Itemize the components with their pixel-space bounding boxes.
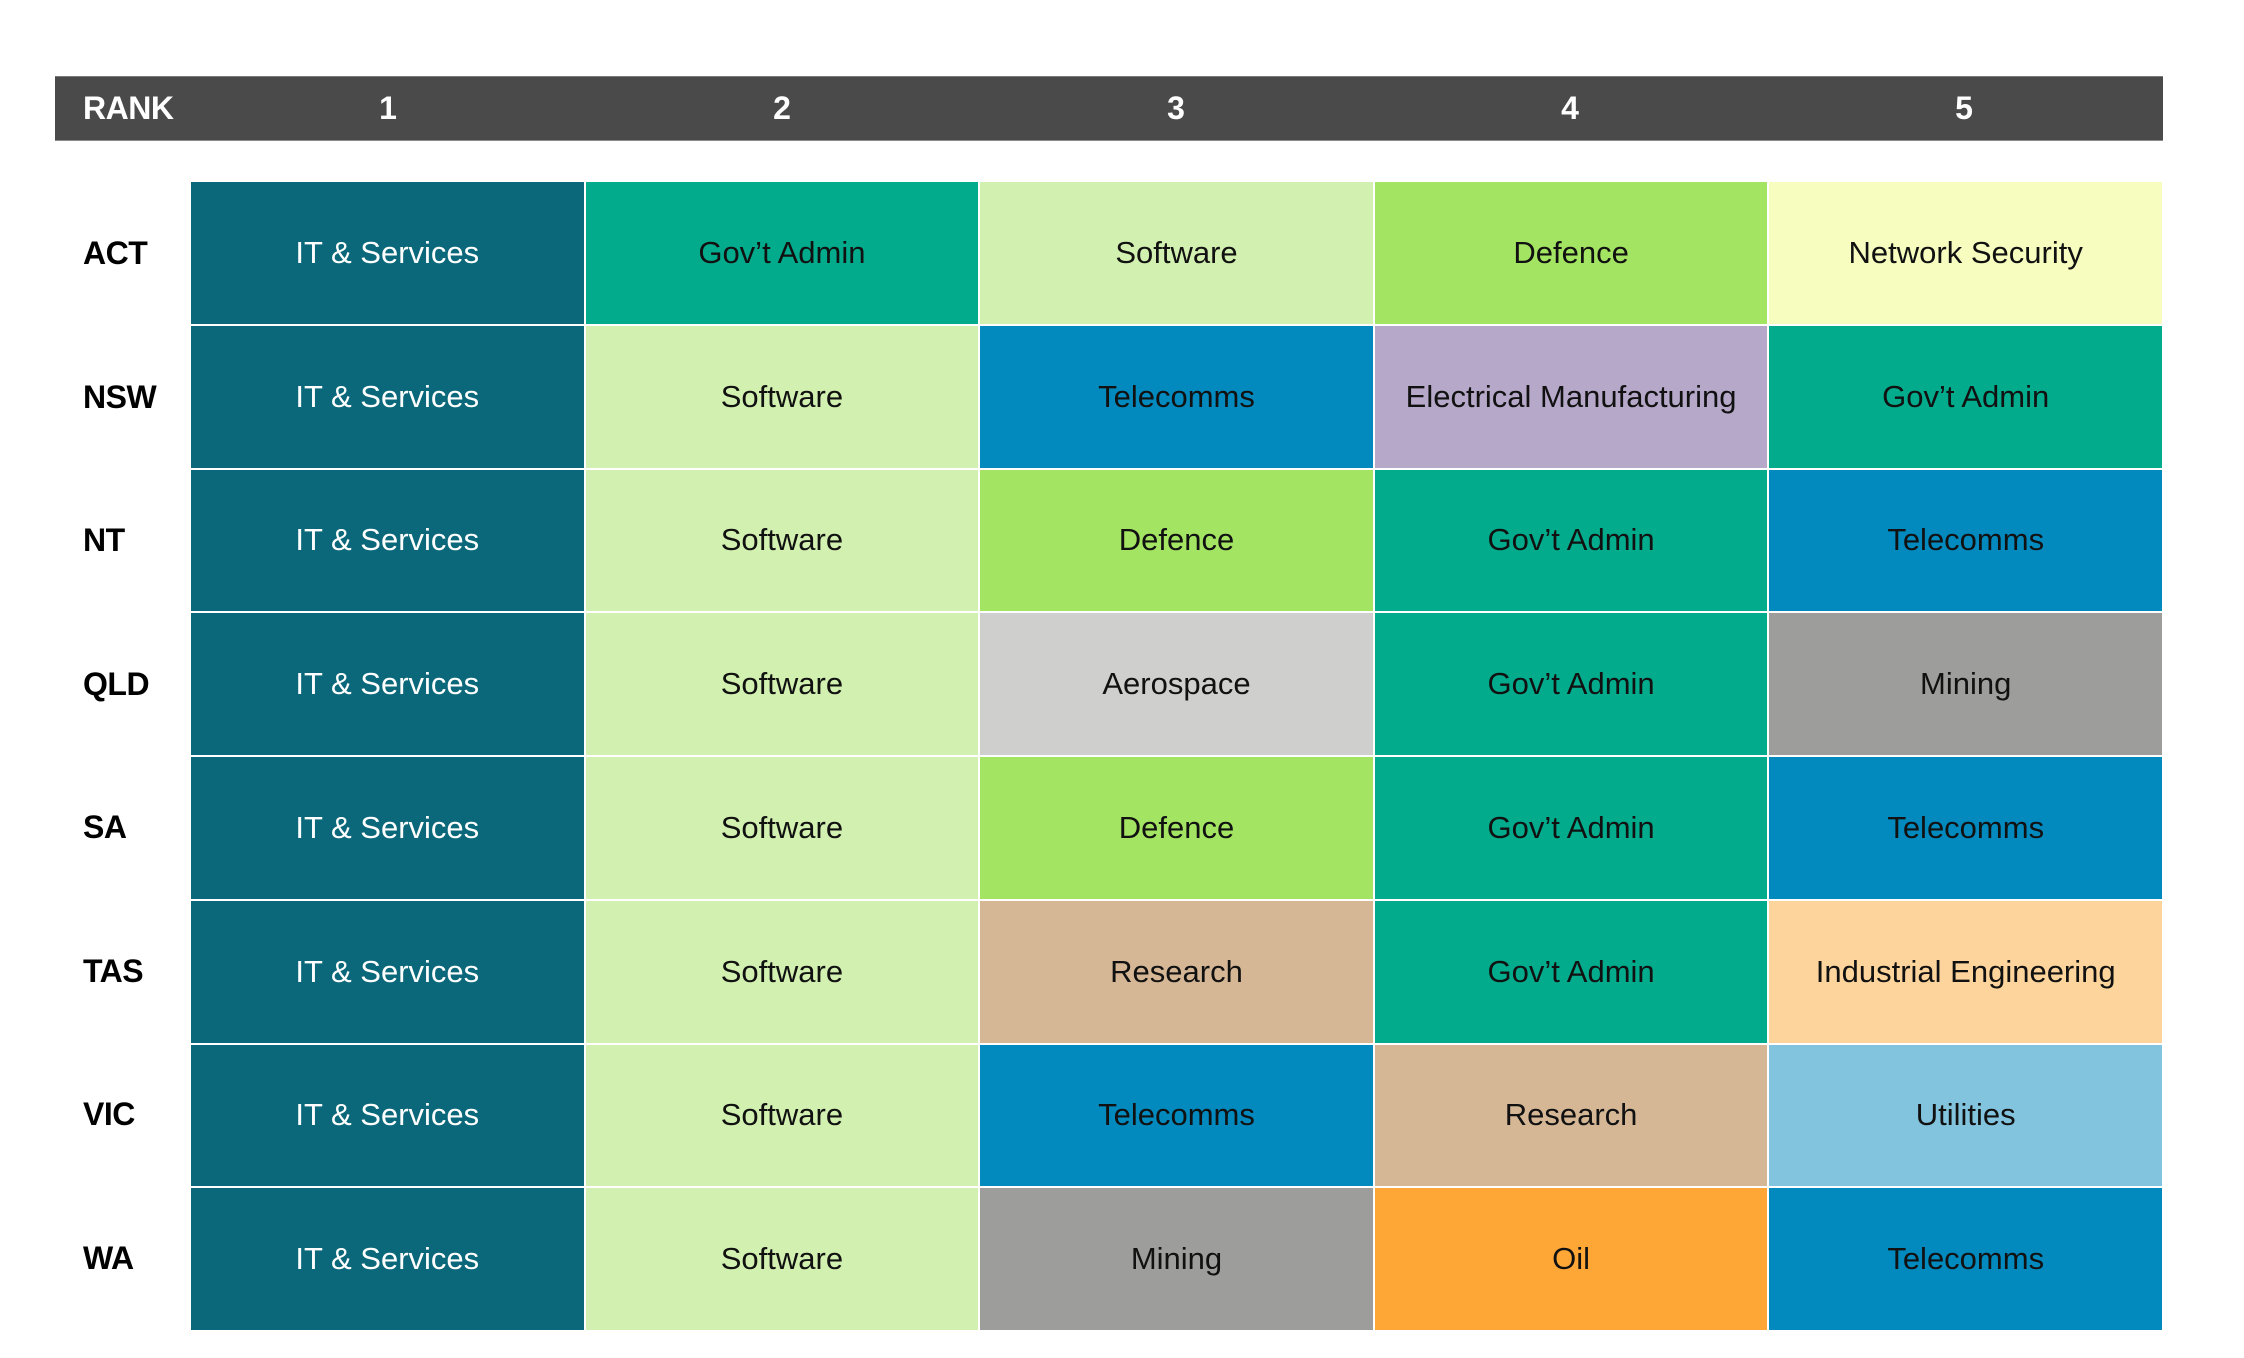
cell-sa-rank-5: Telecomms xyxy=(1769,757,2162,899)
cell-sa-rank-1: IT & Services xyxy=(191,757,584,899)
cell-nt-rank-3: Defence xyxy=(980,469,1373,612)
cell-qld-rank-5: Mining xyxy=(1769,613,2162,755)
cell-nt-rank-2: Software xyxy=(585,469,979,612)
cell-tas-rank-2: Software xyxy=(585,900,979,1043)
cell-tas-rank-3: Research xyxy=(980,900,1373,1043)
rank-header-label: RANK xyxy=(83,90,174,126)
cell-vic-rank-4: Research xyxy=(1374,1044,1768,1187)
rank-header-2: 2 xyxy=(773,90,791,126)
state-label-wa: WA xyxy=(83,1239,134,1276)
cell-sa-rank-4: Gov’t Admin xyxy=(1374,757,1768,899)
cell-qld-rank-3: Aerospace xyxy=(980,613,1373,755)
cell-sa-rank-2: Software xyxy=(585,757,979,899)
state-label-nt: NT xyxy=(83,522,125,558)
cell-wa-rank-5: Telecomms xyxy=(1769,1188,2162,1330)
cell-vic-rank-2: Software xyxy=(585,1044,979,1187)
cell-nsw-rank-3: Telecomms xyxy=(980,325,1373,468)
state-label-nsw: NSW xyxy=(83,378,157,415)
cell-tas-rank-4: Gov’t Admin xyxy=(1374,900,1768,1043)
cell-act-rank-3: Software xyxy=(980,182,1373,324)
industry-rank-grid: IT & Services Gov’t Admin Software Defence N… xyxy=(191,182,2162,1330)
cell-act-rank-2: Gov’t Admin xyxy=(585,182,979,324)
cell-act-rank-5: Network Security xyxy=(1769,182,2162,324)
cell-vic-rank-1: IT & Services xyxy=(191,1044,584,1187)
cell-wa-rank-1: IT & Services xyxy=(191,1188,584,1330)
cell-vic-rank-5: Utilities xyxy=(1769,1044,2162,1187)
cell-qld-rank-4: Gov’t Admin xyxy=(1374,613,1768,755)
state-label-sa: SA xyxy=(83,809,127,845)
state-label-tas: TAS xyxy=(83,952,144,989)
state-label-qld: QLD xyxy=(83,665,150,702)
cell-act-rank-1: IT & Services xyxy=(191,182,584,324)
cell-nsw-rank-2: Software xyxy=(585,325,979,468)
cell-nsw-rank-5: Gov’t Admin xyxy=(1769,325,2162,468)
cell-tas-rank-5: Industrial Engineering xyxy=(1769,900,2162,1043)
cell-wa-rank-3: Mining xyxy=(980,1188,1373,1330)
cell-nsw-rank-1: IT & Services xyxy=(191,325,584,468)
rank-header-bar: RANK 1 2 3 4 5 xyxy=(55,76,2163,141)
cell-nsw-rank-4: Electrical Manufacturing xyxy=(1374,325,1768,468)
cell-qld-rank-2: Software xyxy=(585,613,979,755)
cell-tas-rank-1: IT & Services xyxy=(191,900,584,1043)
rank-header-5: 5 xyxy=(1955,90,1973,126)
cell-wa-rank-2: Software xyxy=(585,1188,979,1330)
cell-nt-rank-4: Gov’t Admin xyxy=(1374,469,1768,612)
cell-qld-rank-1: IT & Services xyxy=(191,613,584,755)
rank-header-1: 1 xyxy=(379,90,397,126)
rank-header-4: 4 xyxy=(1561,90,1579,126)
cell-wa-rank-4: Oil xyxy=(1374,1188,1768,1330)
state-label-act: ACT xyxy=(83,235,148,271)
cell-act-rank-4: Defence xyxy=(1374,182,1768,324)
cell-vic-rank-3: Telecomms xyxy=(980,1044,1373,1187)
cell-sa-rank-3: Defence xyxy=(980,757,1373,899)
cell-nt-rank-1: IT & Services xyxy=(191,469,584,612)
rank-header-3: 3 xyxy=(1167,90,1185,126)
state-label-vic: VIC xyxy=(83,1096,135,1132)
cell-nt-rank-5: Telecomms xyxy=(1769,469,2162,612)
